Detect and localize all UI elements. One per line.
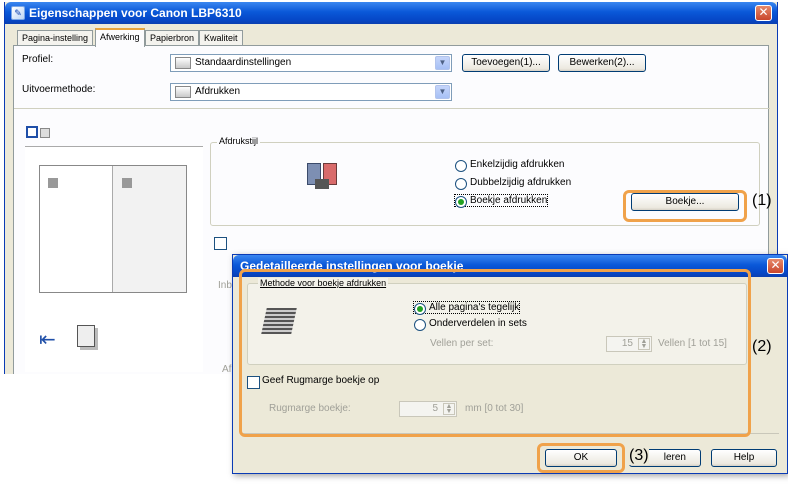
output-method-select[interactable]: Afdrukken ▼ — [170, 83, 452, 101]
help-button[interactable]: Help — [711, 449, 777, 467]
pages-icon[interactable] — [77, 325, 95, 347]
printer-app-icon: ✎ — [11, 6, 25, 20]
callout-2: (2) — [752, 338, 772, 355]
tab-paper-source[interactable]: Papierbron — [145, 30, 200, 46]
chevron-down-icon[interactable]: ▼ — [435, 56, 450, 70]
properties-title-bar: ✎ Eigenschappen voor Canon LBP6310 ✕ — [5, 2, 777, 24]
separator — [14, 108, 770, 109]
window-title: Eigenschappen voor Canon LBP6310 — [29, 6, 242, 20]
print-style-group-label: Afdrukstijl — [217, 136, 261, 146]
close-icon[interactable]: ✕ — [767, 258, 784, 274]
callout-3: (3) — [629, 447, 649, 465]
callout-1: (1) — [752, 192, 772, 209]
profile-select[interactable]: Standaardinstellingen ▼ — [170, 54, 452, 72]
page-preview: ⇤ — [25, 146, 203, 372]
profile-label: Profiel: — [22, 54, 54, 65]
radio-single-sided[interactable]: Enkelzijdig afdrukken — [455, 159, 565, 172]
radio-double-sided[interactable]: Dubbelzijdig afdrukken — [455, 177, 571, 190]
print-icon — [175, 86, 191, 98]
callout-box-2 — [239, 269, 751, 437]
booklet-preview-image — [39, 165, 187, 293]
tab-finishing[interactable]: Afwerking — [95, 28, 145, 47]
output-method-label: Uitvoermethode: — [22, 84, 96, 95]
binding-direction-icon[interactable]: ⇤ — [39, 327, 56, 352]
tab-page-setup[interactable]: Pagina-instelling — [17, 30, 94, 46]
profile-icon — [175, 57, 191, 69]
output-method-value: Afdrukken — [195, 86, 241, 97]
booklet-icon — [307, 161, 337, 191]
add-profile-button[interactable]: Toevoegen(1)... — [462, 54, 550, 72]
booklet-dialog: Gedetailleerde instellingen voor boekje … — [232, 254, 788, 474]
group-label-partial: Af — [222, 364, 232, 374]
callout-box-3 — [537, 443, 625, 473]
printer-view-icon[interactable] — [40, 128, 50, 138]
close-icon[interactable]: ✕ — [755, 5, 772, 21]
radio-booklet[interactable]: Boekje afdrukken — [453, 194, 549, 208]
profile-value: Standaardinstellingen — [195, 57, 292, 68]
callout-box-1 — [623, 190, 747, 222]
page-view-icon[interactable] — [26, 126, 38, 138]
tab-quality[interactable]: Kwaliteit — [199, 30, 243, 46]
view-toggle[interactable] — [26, 126, 54, 140]
chevron-down-icon[interactable]: ▼ — [435, 85, 450, 99]
edit-profile-button[interactable]: Bewerken(2)... — [558, 54, 646, 72]
